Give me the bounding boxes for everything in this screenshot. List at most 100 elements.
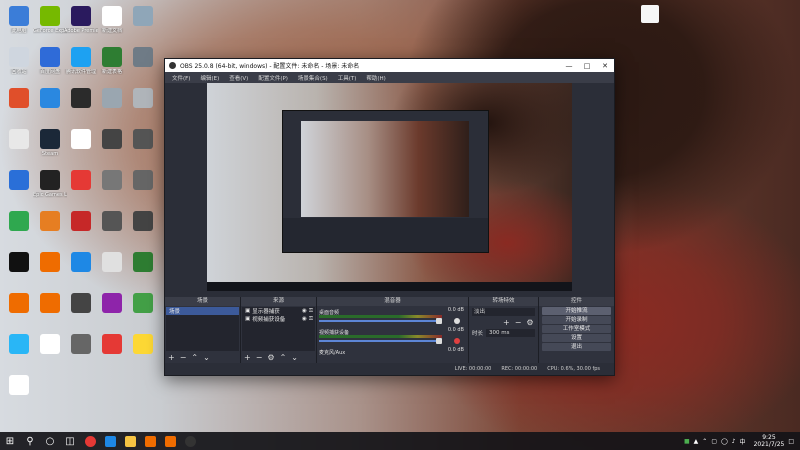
source-settings-icon[interactable]: ⚙ (267, 353, 274, 362)
scene-down-button[interactable]: ⌄ (203, 353, 210, 362)
taskbar-app-2[interactable] (140, 432, 160, 450)
volume-slider[interactable] (319, 340, 442, 342)
desktop-icon[interactable]: GeForce Experience (33, 6, 67, 34)
muted-speaker-icon[interactable] (454, 338, 460, 344)
desktop-icon[interactable]: 回收站 (4, 47, 34, 75)
desktop-icon[interactable] (66, 211, 96, 233)
notification-icon[interactable]: □ (788, 438, 794, 445)
desktop-icon[interactable] (4, 88, 34, 110)
desktop-icon[interactable]: 此电脑 (4, 6, 34, 34)
taskbar-app-1[interactable] (100, 432, 120, 450)
clock[interactable]: 9:25 2021/7/25 (754, 434, 785, 448)
desktop-icon[interactable] (128, 293, 158, 315)
search-icon[interactable]: ⚲ (20, 432, 40, 450)
desktop-icon[interactable] (128, 6, 158, 28)
taskbar-app-3[interactable] (160, 432, 180, 450)
wifi-icon[interactable]: ◯ (721, 438, 728, 445)
menu-file[interactable]: 文件(F) (167, 74, 195, 82)
add-source-button[interactable]: + (244, 353, 251, 362)
desktop-icon[interactable] (97, 170, 127, 192)
desktop-icon[interactable] (128, 129, 158, 151)
lock-icon[interactable]: ⚿ (309, 316, 313, 323)
desktop-icon[interactable]: 新建文档 (97, 6, 127, 34)
desktop-icon[interactable]: 百度网盘 (35, 47, 65, 75)
menu-tools[interactable]: 工具(T) (333, 74, 362, 82)
desktop-icon[interactable] (35, 88, 65, 110)
start-button[interactable]: ⊞ (0, 432, 20, 450)
desktop-icon[interactable]: 腾讯软件管理 (66, 47, 96, 75)
taskbar-app-chrome[interactable] (80, 432, 100, 450)
desktop-icon[interactable] (66, 129, 96, 151)
desktop-icon[interactable]: Steam (35, 129, 65, 157)
taskbar-app-obs[interactable] (180, 432, 200, 450)
source-up-button[interactable]: ⌃ (280, 353, 287, 362)
desktop-icon[interactable] (128, 252, 158, 274)
desktop-icon[interactable] (97, 88, 127, 110)
desktop-icon[interactable] (35, 293, 65, 315)
exit-button[interactable]: 退出 (542, 343, 611, 351)
desktop-icon[interactable] (97, 252, 127, 274)
preview-canvas[interactable] (207, 83, 572, 291)
desktop-icon[interactable] (4, 129, 34, 151)
start-recording-button[interactable]: 开始录制 (542, 316, 611, 324)
volume-slider-knob[interactable] (436, 318, 442, 324)
source-down-button[interactable]: ⌄ (291, 353, 298, 362)
close-icon[interactable]: ✕ (596, 59, 614, 72)
desktop-icon[interactable] (66, 334, 96, 356)
duration-input[interactable]: 300 ms (486, 329, 535, 337)
chevron-up-icon[interactable]: ⌃ (702, 438, 707, 445)
settings-button[interactable]: 设置 (542, 334, 611, 342)
desktop-icon[interactable] (128, 170, 158, 192)
lock-icon[interactable]: ⚿ (309, 308, 313, 315)
add-transition-button[interactable]: + (503, 318, 510, 327)
desktop-icon[interactable] (128, 88, 158, 110)
task-view-icon[interactable]: ◫ (60, 432, 80, 450)
desktop-icon[interactable] (4, 252, 34, 274)
transition-settings-icon[interactable]: ⚙ (526, 318, 533, 327)
visibility-eye-icon[interactable]: ◉ (302, 316, 307, 322)
input-method-indicator[interactable]: 中 (740, 437, 746, 446)
scene-item[interactable]: 场景 (166, 307, 239, 315)
taskbar-app-explorer[interactable] (120, 432, 140, 450)
source-item[interactable]: ▣ 视频捕获设备 ◉ ⚿ (242, 315, 315, 324)
volume-slider[interactable] (319, 320, 442, 322)
desktop-icon[interactable] (4, 375, 34, 397)
desktop-icon[interactable] (4, 211, 34, 233)
network-icon[interactable]: ▲ (694, 438, 699, 445)
cortana-icon[interactable]: ○ (40, 432, 60, 450)
transition-select[interactable]: 淡出 (472, 308, 535, 316)
desktop-icon[interactable] (66, 88, 96, 110)
visibility-eye-icon[interactable]: ◉ (302, 308, 307, 314)
desktop-icon[interactable] (66, 252, 96, 274)
desktop-shortcut-icon[interactable] (641, 5, 659, 23)
desktop-icon[interactable] (4, 293, 34, 315)
desktop-icon[interactable] (97, 129, 127, 151)
start-streaming-button[interactable]: 开始推流 (542, 307, 611, 315)
menu-scene-collection[interactable]: 场景集合(S) (293, 74, 333, 82)
scene-up-button[interactable]: ⌃ (191, 353, 198, 362)
desktop-icon[interactable]: 新建表格 (97, 47, 127, 75)
desktop-icon[interactable] (4, 334, 34, 356)
menu-help[interactable]: 帮助(H) (361, 74, 390, 82)
menu-profile[interactable]: 配置文件(P) (253, 74, 293, 82)
volume-icon[interactable]: ♪ (732, 438, 736, 445)
speaker-icon[interactable] (454, 318, 460, 324)
remove-scene-button[interactable]: − (180, 353, 187, 362)
battery-icon[interactable]: ▢ (711, 438, 717, 445)
desktop-icon[interactable] (97, 334, 127, 356)
desktop-icon[interactable] (35, 334, 65, 356)
desktop-icon[interactable] (128, 211, 158, 233)
desktop-icon[interactable] (66, 170, 96, 192)
menu-view[interactable]: 查看(V) (224, 74, 253, 82)
desktop-icon[interactable] (66, 293, 96, 315)
desktop-icon[interactable] (128, 47, 158, 69)
studio-mode-button[interactable]: 工作室模式 (542, 325, 611, 333)
desktop-icon[interactable]: Epic Games Launcher (33, 170, 67, 198)
desktop-icon[interactable] (35, 252, 65, 274)
remove-source-button[interactable]: − (256, 353, 263, 362)
menu-edit[interactable]: 编辑(E) (195, 74, 224, 82)
add-scene-button[interactable]: + (168, 353, 175, 362)
maximize-icon[interactable]: □ (578, 59, 596, 72)
desktop-icon[interactable] (97, 211, 127, 233)
desktop-icon[interactable] (35, 211, 65, 233)
